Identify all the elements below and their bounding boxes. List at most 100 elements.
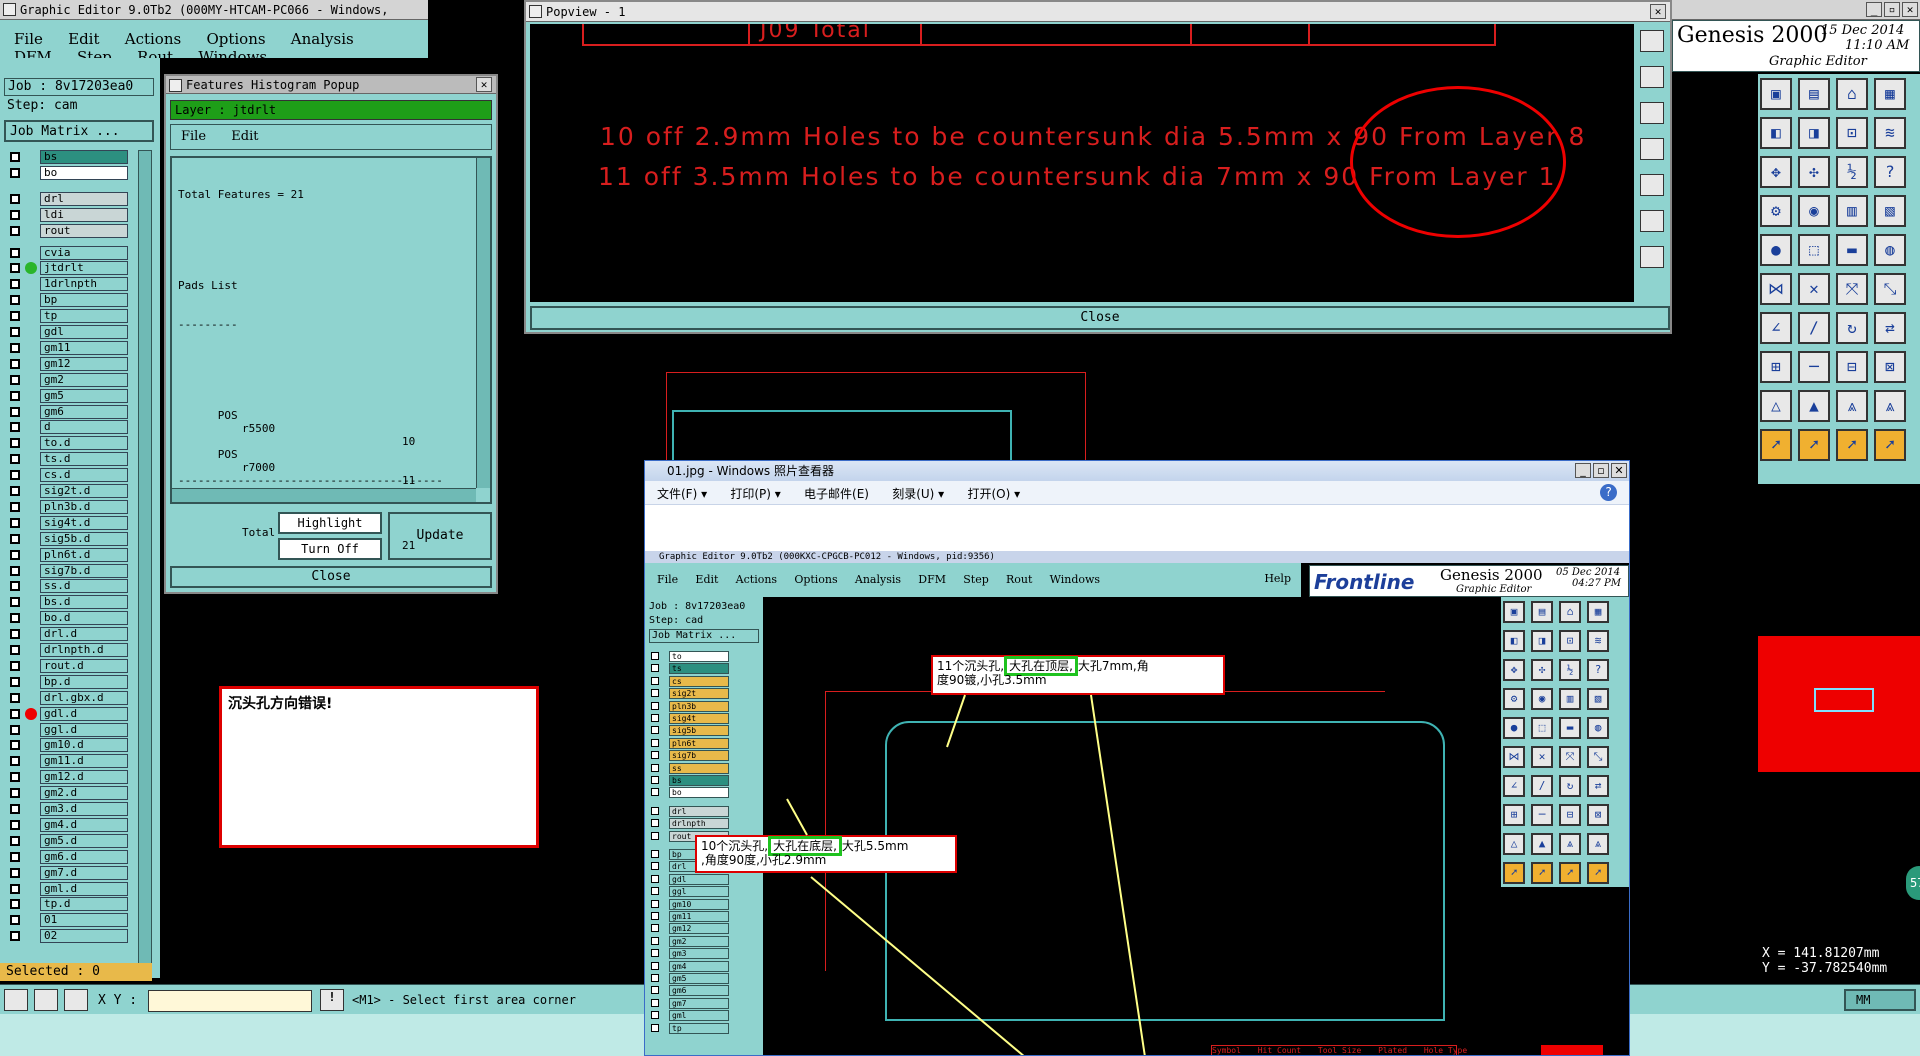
layer-name[interactable]: gm10.d xyxy=(40,738,128,753)
viewer-menu-open[interactable]: 打开(O) ▾ xyxy=(967,487,1020,501)
layer-checkbox[interactable] xyxy=(10,454,20,465)
viewer-maximize-button[interactable]: ▫ xyxy=(1593,463,1609,478)
layer-row[interactable]: sig4t.d xyxy=(6,515,128,530)
viewer-menu-email[interactable]: 电子邮件(E) xyxy=(804,487,869,501)
menu-options[interactable]: Options xyxy=(206,30,265,48)
toolbar-tool-icon[interactable]: ⩓ xyxy=(1836,390,1868,422)
window-system-icon[interactable] xyxy=(3,3,16,16)
toolbar-tool-icon[interactable]: ∕ xyxy=(1798,312,1830,344)
layer-name[interactable]: sig7b.d xyxy=(40,563,128,578)
toolbar-tool-icon[interactable]: ½ xyxy=(1836,156,1868,188)
layer-name[interactable]: bo xyxy=(40,165,128,180)
layer-row[interactable]: gm5 xyxy=(6,388,128,403)
layer-scrollbar[interactable] xyxy=(138,150,152,978)
viewer-menu-print[interactable]: 打印(P) ▾ xyxy=(730,487,780,501)
layer-name[interactable]: ldi xyxy=(40,207,128,222)
layer-checkbox[interactable] xyxy=(10,167,20,178)
highlight-button[interactable]: Highlight xyxy=(278,512,382,534)
toolbar-tool-icon[interactable]: ▬ xyxy=(1836,234,1868,266)
layer-row[interactable]: bs xyxy=(6,150,128,164)
layer-name[interactable]: bp.d xyxy=(40,674,128,689)
layer-row[interactable]: cs.d xyxy=(6,468,128,483)
layer-row[interactable]: gm12 xyxy=(6,356,128,371)
grid-tool-icon[interactable] xyxy=(64,989,88,1011)
toolbar-tool-icon[interactable]: ⤧ xyxy=(1836,273,1868,305)
layer-checkbox[interactable] xyxy=(10,883,20,894)
layer-row[interactable]: cvia xyxy=(6,245,128,260)
layer-name[interactable]: pln3b.d xyxy=(40,499,128,514)
layer-checkbox[interactable] xyxy=(10,867,20,878)
layer-checkbox[interactable] xyxy=(10,152,20,162)
layer-checkbox[interactable] xyxy=(10,565,20,576)
layer-checkbox[interactable] xyxy=(10,597,20,608)
layer-row[interactable]: gm11 xyxy=(6,340,128,355)
zoom-tool-icon[interactable] xyxy=(4,989,28,1011)
layer-name[interactable]: jtdrlt xyxy=(40,261,128,276)
layer-name[interactable]: bs.d xyxy=(40,595,128,610)
layer-checkbox[interactable] xyxy=(10,193,20,204)
layer-checkbox[interactable] xyxy=(10,660,20,671)
toolbar-tool-icon[interactable]: ⤡ xyxy=(1874,273,1906,305)
layer-checkbox[interactable] xyxy=(10,533,20,544)
toolbar-tool-icon[interactable]: ⊡ xyxy=(1836,117,1868,149)
minimize-button[interactable]: _ xyxy=(1866,2,1882,17)
layer-row[interactable]: 1drlnpth xyxy=(6,277,128,292)
layer-row[interactable]: gdl xyxy=(6,325,128,339)
layer-name[interactable]: ss.d xyxy=(40,579,128,594)
window-system-icon[interactable] xyxy=(169,79,182,92)
layer-row[interactable]: sig7b.d xyxy=(6,563,128,578)
update-button[interactable]: Update xyxy=(388,512,492,560)
layer-checkbox[interactable] xyxy=(10,915,20,926)
layer-row[interactable]: drl xyxy=(6,191,128,206)
toolbar-tool-icon[interactable]: ⬚ xyxy=(1798,234,1830,266)
histogram-close-button[interactable]: Close xyxy=(170,566,492,588)
layer-row[interactable]: gm6 xyxy=(6,404,128,419)
layer-name[interactable]: drl.d xyxy=(40,627,128,642)
histogram-hscroll[interactable] xyxy=(172,488,476,502)
toolbar-tool-icon[interactable]: ✕ xyxy=(1798,273,1830,305)
layer-row[interactable]: bs.d xyxy=(6,595,128,610)
layer-checkbox[interactable] xyxy=(10,835,20,846)
layer-name[interactable]: gm5.d xyxy=(40,833,128,848)
layer-row[interactable]: pln3b.d xyxy=(6,499,128,514)
layer-name[interactable]: bo.d xyxy=(40,611,128,626)
layer-row[interactable]: to.d xyxy=(6,436,128,451)
toolbar-tool-icon[interactable]: ↻ xyxy=(1836,312,1868,344)
layer-name[interactable]: 1drlnpth xyxy=(40,277,128,292)
layer-row[interactable]: sig2t.d xyxy=(6,484,128,498)
layer-name[interactable]: gdl.d xyxy=(40,706,128,721)
layer-checkbox[interactable] xyxy=(10,438,20,449)
toolbar-tool-icon[interactable]: ◉ xyxy=(1798,195,1830,227)
layer-checkbox[interactable] xyxy=(10,247,20,258)
layer-row[interactable]: d xyxy=(6,420,128,435)
layer-checkbox[interactable] xyxy=(10,931,20,942)
layer-checkbox[interactable] xyxy=(10,390,20,401)
layer-row[interactable]: drl.d xyxy=(6,627,128,642)
layer-row[interactable]: gm5.d xyxy=(6,833,128,848)
layer-name[interactable]: gm6 xyxy=(40,404,128,419)
layer-name[interactable]: 01 xyxy=(40,913,128,928)
layer-row[interactable]: gm4.d xyxy=(6,817,128,832)
layer-name[interactable]: gml.d xyxy=(40,881,128,896)
layer-checkbox[interactable] xyxy=(10,342,20,353)
layer-checkbox[interactable] xyxy=(10,772,20,783)
layer-checkbox[interactable] xyxy=(10,422,20,433)
turn-off-button[interactable]: Turn Off xyxy=(278,538,382,560)
toolbar-tool-icon[interactable]: ⌂ xyxy=(1836,78,1868,110)
layer-name[interactable]: sig4t.d xyxy=(40,515,128,530)
layer-checkbox[interactable] xyxy=(10,676,20,687)
toolbar-tool-icon[interactable]: ─ xyxy=(1798,351,1830,383)
layer-checkbox[interactable] xyxy=(10,501,20,512)
layer-row[interactable]: tp xyxy=(6,309,128,324)
layer-checkbox[interactable] xyxy=(10,629,20,640)
layer-name[interactable]: gm6.d xyxy=(40,849,128,864)
menu-file[interactable]: File xyxy=(14,30,43,48)
layer-checkbox[interactable] xyxy=(10,581,20,592)
layer-name[interactable]: bs xyxy=(40,150,128,164)
toolbar-tool-icon[interactable]: ⊟ xyxy=(1836,351,1868,383)
layer-checkbox[interactable] xyxy=(10,645,20,655)
layer-row[interactable]: gm12.d xyxy=(6,770,128,785)
layer-row[interactable]: pln6t.d xyxy=(6,547,128,562)
menu-analysis[interactable]: Analysis xyxy=(291,30,354,48)
toolbar-tool-icon[interactable]: ● xyxy=(1760,234,1792,266)
